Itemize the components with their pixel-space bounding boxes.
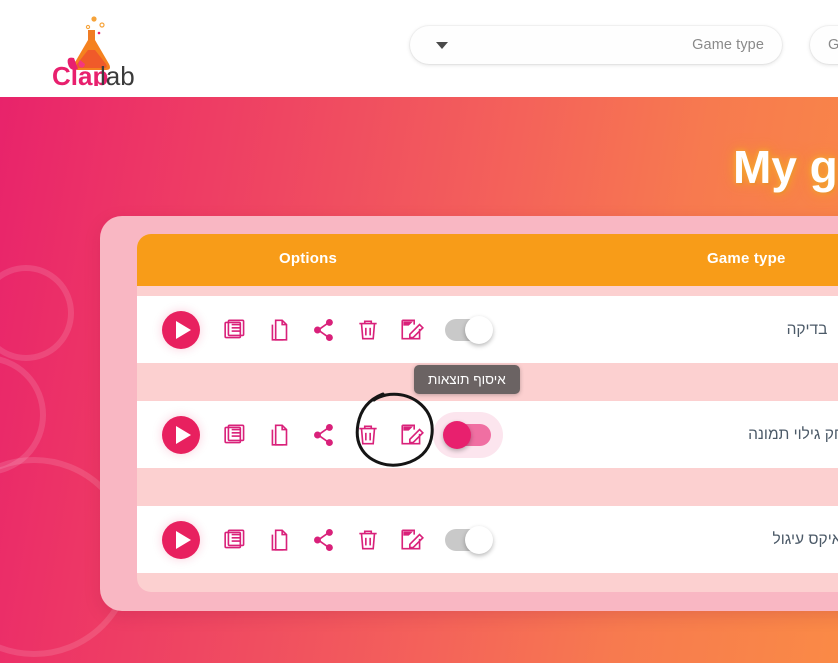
play-game-button[interactable]	[162, 415, 200, 454]
play-icon	[175, 320, 191, 339]
trash-icon[interactable]	[355, 422, 381, 448]
row-actions	[223, 527, 425, 553]
trash-icon[interactable]	[355, 527, 381, 553]
trash-icon[interactable]	[355, 317, 381, 343]
results-icon[interactable]	[223, 527, 249, 553]
app-page: Clap lab Game type G My g Options Game t…	[0, 0, 838, 663]
toggle-knob	[443, 420, 471, 449]
game-type-filter-dropdown[interactable]: Game type	[410, 26, 782, 64]
collect-results-toggle[interactable]	[445, 315, 493, 344]
results-icon[interactable]	[223, 317, 249, 343]
games-card: Options Game type בדיקה ק גילוי תמונה אי…	[100, 216, 838, 611]
duplicate-icon[interactable]	[267, 527, 293, 553]
duplicate-icon[interactable]	[267, 422, 293, 448]
share-icon[interactable]	[311, 527, 337, 553]
collect-results-toggle[interactable]	[443, 420, 491, 449]
play-game-button[interactable]	[162, 520, 200, 559]
collect-results-tooltip: איסוף תוצאות	[414, 365, 520, 394]
column-header-game-type: Game type	[707, 250, 786, 267]
decorative-circle	[0, 355, 46, 475]
table-row: בדיקה	[137, 296, 838, 363]
top-navigation-bar: Clap lab Game type G	[0, 0, 838, 97]
share-icon[interactable]	[311, 317, 337, 343]
toggle-knob	[465, 315, 493, 344]
play-game-button[interactable]	[162, 310, 200, 349]
table-header-row: Options Game type	[137, 234, 838, 286]
decorative-circle	[0, 265, 74, 361]
edit-icon[interactable]	[399, 527, 425, 553]
play-icon	[175, 425, 191, 444]
duplicate-icon[interactable]	[267, 317, 293, 343]
secondary-filter-dropdown[interactable]: G	[810, 26, 838, 64]
game-type-filter-placeholder: Game type	[692, 37, 764, 53]
row-actions	[223, 317, 425, 343]
svg-text:lab: lab	[100, 61, 135, 86]
column-header-options: Options	[279, 250, 338, 267]
claplab-logo[interactable]: Clap lab	[44, 12, 136, 86]
table-row: איקס עיגול	[137, 506, 838, 573]
page-title: My g	[733, 141, 838, 193]
edit-icon[interactable]	[399, 317, 425, 343]
play-icon	[175, 530, 191, 549]
game-name: משחק גילוי תמונה	[748, 425, 838, 443]
game-name: איקס עיגול	[772, 530, 838, 548]
secondary-filter-value: G	[828, 37, 838, 53]
toggle-knob	[465, 525, 493, 554]
games-table: Options Game type בדיקה ק גילוי תמונה אי…	[137, 234, 838, 592]
collect-results-toggle[interactable]	[445, 525, 493, 554]
table-row: משחק גילוי תמונה	[137, 401, 838, 468]
edit-icon[interactable]	[399, 422, 425, 448]
row-actions	[223, 422, 425, 448]
results-icon[interactable]	[223, 422, 249, 448]
game-name: בדיקה	[786, 320, 828, 338]
share-icon[interactable]	[311, 422, 337, 448]
chevron-down-icon	[436, 41, 448, 49]
